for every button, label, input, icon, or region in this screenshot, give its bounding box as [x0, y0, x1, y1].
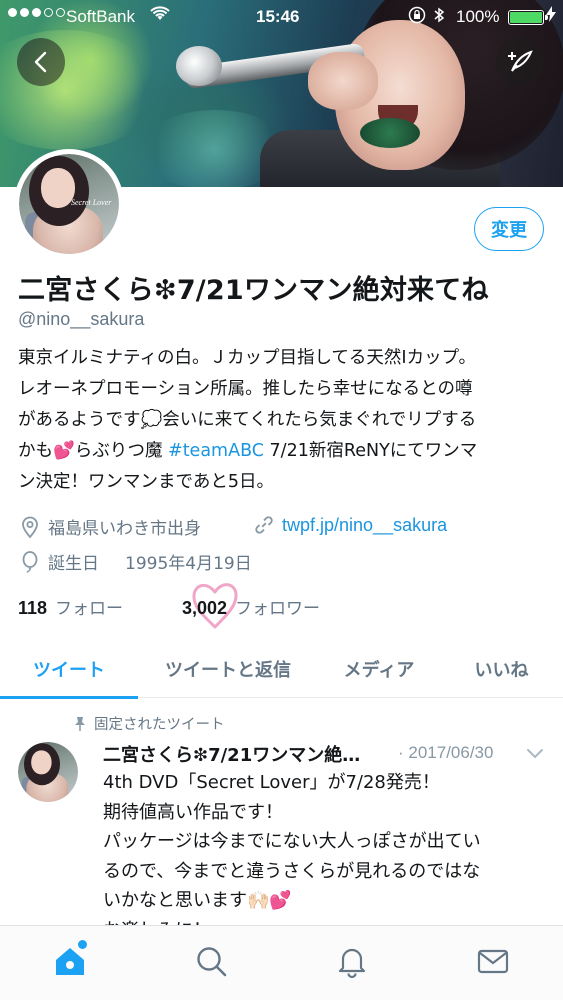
website-link[interactable]: twpf.jp/nino__sakura	[282, 515, 447, 536]
home-icon[interactable]	[53, 944, 87, 978]
chevron-left-icon	[34, 51, 47, 73]
followers-number: 3,002	[182, 598, 228, 618]
tab-tweets[interactable]: ツイート	[0, 640, 138, 699]
search-icon[interactable]	[194, 944, 228, 978]
location-pin-icon	[22, 516, 38, 538]
battery-icon	[508, 10, 548, 25]
bio-line: レオーネプロモーション所属。推したら幸せになるとの噂	[18, 379, 473, 399]
compose-quill-icon	[508, 50, 533, 72]
location: 福島県いわき市出身	[20, 514, 201, 539]
profile-bio: 東京イルミナティの白。Ｊカップ目指してる天然Iカップ。 レオーネプロモーション所…	[18, 343, 553, 498]
tweet-text[interactable]: 4th DVD「Secret Lover」が7/28発売！ 期待値高い作品です！…	[103, 768, 555, 945]
notification-dot	[78, 940, 87, 949]
user-handle: @nino__sakura	[18, 309, 145, 329]
signal-strength-icon	[8, 8, 65, 17]
back-button[interactable]	[17, 38, 65, 86]
compose-tweet-button[interactable]	[496, 38, 544, 86]
following-label: フォロー	[55, 599, 124, 619]
messages-icon[interactable]	[476, 944, 510, 978]
birthday: 誕生日 1995年4月19日	[20, 549, 252, 574]
tweet-date: · 2017/06/30	[398, 743, 494, 762]
status-bar: SoftBank 15:46 100%	[0, 0, 563, 34]
bottom-tab-bar	[0, 925, 563, 1000]
hashtag-link[interactable]: #teamABC	[168, 441, 264, 461]
birthday-label: 誕生日	[48, 554, 99, 574]
bio-line: 東京イルミナティの白。Ｊカップ目指してる天然Iカップ。	[18, 348, 477, 368]
pinned-tweet-label: 固定されたツイート	[74, 713, 225, 734]
tweet-author[interactable]: 二宮さくら❇︎7/21ワンマン絶…	[103, 741, 360, 767]
followers-label: フォロワー	[235, 599, 321, 619]
bio-text: 7/21新宿ReNYにてワンマ	[263, 441, 478, 461]
bluetooth-icon	[433, 6, 445, 28]
carrier-label: SoftBank	[66, 7, 135, 26]
wifi-icon	[150, 6, 170, 27]
link-icon	[255, 516, 273, 534]
profile-avatar[interactable]: Secret Lover	[14, 149, 124, 259]
charging-icon	[546, 6, 556, 25]
followers-count[interactable]: 3,002 フォロワー	[182, 594, 320, 619]
battery-percent: 100%	[456, 7, 500, 26]
bio-line: があるようです💭会いに来てくれたら気まぐれでリプする	[18, 410, 477, 430]
display-name: 二宮さくら❇︎7/21ワンマン絶対来てね	[18, 275, 489, 306]
bio-line: ン決定！ワンマンまであと5日。	[18, 472, 274, 492]
balloon-icon	[22, 550, 38, 573]
tab-tweets-and-replies[interactable]: ツイートと返信	[138, 640, 318, 698]
pinned-label-text: 固定されたツイート	[94, 717, 225, 733]
edit-profile-button[interactable]: 変更	[474, 207, 544, 251]
following-number: 118	[18, 598, 48, 618]
avatar-overlay-text: Secret Lover	[71, 198, 112, 207]
chevron-down-icon[interactable]	[526, 748, 544, 760]
profile-tabs: ツイート ツイートと返信 メディア いいね	[0, 640, 563, 699]
tab-media[interactable]: メディア	[318, 640, 440, 698]
tab-likes[interactable]: いいね	[440, 640, 563, 698]
birthday-date: 1995年4月19日	[125, 554, 252, 574]
pin-icon	[75, 717, 85, 731]
clock: 15:46	[256, 7, 300, 26]
tweet-avatar[interactable]	[18, 742, 78, 802]
bio-text: かも💕らぶりつ魔	[18, 441, 169, 461]
notifications-icon[interactable]	[335, 944, 369, 978]
following-count[interactable]: 118 フォロー	[18, 594, 123, 619]
website[interactable]: twpf.jp/nino__sakura	[254, 514, 447, 536]
rotation-lock-icon	[408, 6, 426, 28]
bio-line: かも💕らぶりつ魔 #teamABC 7/21新宿ReNYにてワンマ	[18, 436, 553, 467]
location-text: 福島県いわき市出身	[48, 519, 201, 539]
